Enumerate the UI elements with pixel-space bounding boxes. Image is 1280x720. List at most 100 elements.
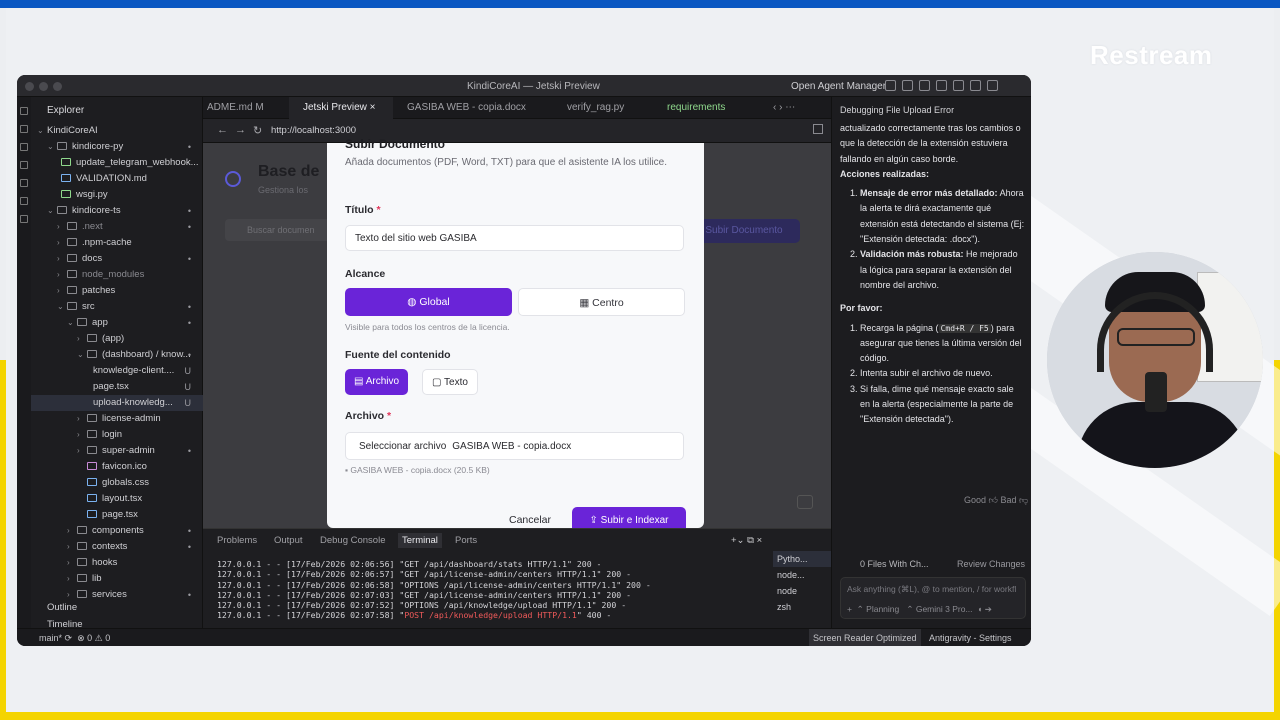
tree-item[interactable]: › hooks bbox=[31, 555, 203, 571]
planning-mode-select[interactable]: Planning bbox=[866, 604, 899, 614]
tab-debug-console[interactable]: Debug Console bbox=[320, 535, 386, 546]
tab-verify-rag[interactable]: verify_rag.py bbox=[553, 97, 639, 119]
tree-item[interactable]: › (app) bbox=[31, 331, 203, 347]
screen-reader-status[interactable]: Screen Reader Optimized bbox=[809, 629, 921, 646]
tab-ports[interactable]: Ports bbox=[455, 535, 477, 546]
title-input[interactable]: Texto del sitio web GASIBA bbox=[345, 225, 684, 251]
tree-item[interactable]: › license-admin bbox=[31, 411, 203, 427]
tree-item[interactable]: ⌄ (dashboard) / know... • bbox=[31, 347, 203, 363]
layout-toggle-icons[interactable] bbox=[885, 80, 1004, 94]
tree-item[interactable]: › services • bbox=[31, 587, 203, 603]
tree-item[interactable]: ⌄ kindicore-py • bbox=[31, 139, 203, 155]
panel-toggle-icon[interactable] bbox=[797, 495, 813, 509]
tree-item[interactable]: page.tsx bbox=[31, 507, 203, 523]
tree-item[interactable]: › lib bbox=[31, 571, 203, 587]
back-icon[interactable]: ← bbox=[217, 124, 228, 136]
tree-item[interactable]: › login bbox=[31, 427, 203, 443]
tree-item[interactable]: globals.css bbox=[31, 475, 203, 491]
reload-icon[interactable]: ↻ bbox=[253, 124, 262, 137]
extensions-icon[interactable] bbox=[20, 179, 28, 187]
open-agent-manager-button[interactable]: Open Agent Manager bbox=[791, 81, 886, 92]
terminal-item[interactable]: Pytho... bbox=[773, 551, 831, 567]
tree-item[interactable]: knowledge-client.... U bbox=[31, 363, 203, 379]
tab-output[interactable]: Output bbox=[274, 535, 303, 546]
tree-item[interactable]: layout.tsx bbox=[31, 491, 203, 507]
source-file-button[interactable]: ▤ Archivo bbox=[345, 369, 409, 395]
please-heading: Por favor: bbox=[840, 303, 883, 314]
settings-status[interactable]: Antigravity - Settings bbox=[929, 633, 1012, 643]
url-field[interactable]: http://localhost:3000 bbox=[271, 125, 356, 136]
tree-item[interactable]: › .npm-cache bbox=[31, 235, 203, 251]
scope-global-button[interactable]: ◍ Global bbox=[345, 288, 512, 316]
chat-input-placeholder: Ask anything (⌘L), @ to mention, / for w… bbox=[847, 584, 1017, 594]
model-select[interactable]: Gemini 3 Pro... bbox=[916, 604, 973, 614]
tree-item[interactable]: › node_modules bbox=[31, 267, 203, 283]
tree-item[interactable]: page.tsx U bbox=[31, 379, 203, 395]
cancel-button[interactable]: Cancelar bbox=[509, 514, 551, 526]
tab-terminal[interactable]: Terminal bbox=[398, 533, 442, 548]
log-line: 127.0.0.1 - - [17/Feb/2026 02:06:58] "OP… bbox=[217, 579, 651, 590]
testing-icon[interactable] bbox=[20, 215, 28, 223]
review-changes-button[interactable]: Review Changes bbox=[957, 559, 1025, 569]
upload-document-button[interactable]: Subir Documento bbox=[688, 219, 800, 243]
panel-tabs: Problems Output Debug Console Terminal P… bbox=[203, 529, 763, 551]
tree-item[interactable]: wsgi.py bbox=[31, 187, 203, 203]
search-icon[interactable] bbox=[20, 125, 28, 133]
tree-item[interactable]: › .next • bbox=[31, 219, 203, 235]
forward-icon[interactable]: → bbox=[235, 124, 246, 136]
remote-icon[interactable] bbox=[20, 197, 28, 205]
log-line: 127.0.0.1 - - [17/Feb/2026 02:07:52] "OP… bbox=[217, 600, 627, 611]
tree-item[interactable]: VALIDATION.md bbox=[31, 171, 203, 187]
tree-item[interactable]: ⌄ KindiCoreAI bbox=[31, 123, 203, 139]
thumbs-down-icon[interactable]: 👎︎ bbox=[1019, 495, 1028, 505]
bad-button[interactable]: Bad bbox=[1000, 495, 1016, 505]
tree-item[interactable]: › docs • bbox=[31, 251, 203, 267]
problems-count[interactable]: ⊗ 0 ⚠ 0 bbox=[77, 633, 110, 643]
window-controls[interactable] bbox=[25, 82, 67, 94]
tree-item[interactable]: ⌄ app • bbox=[31, 315, 203, 331]
chat-input[interactable]: Ask anything (⌘L), @ to mention, / for w… bbox=[840, 577, 1026, 619]
files-changed-label[interactable]: 0 Files With Ch... bbox=[860, 559, 929, 569]
tab-nav-icons[interactable]: ‹ › ⋯ bbox=[769, 97, 831, 119]
files-icon[interactable] bbox=[20, 107, 28, 115]
scope-centro-button[interactable]: ▦ Centro bbox=[518, 288, 685, 316]
tree-item[interactable]: › super-admin • bbox=[31, 443, 203, 459]
tree-item[interactable]: › contexts • bbox=[31, 539, 203, 555]
action-item: Validación más robusta: He mejorado la l… bbox=[860, 247, 1026, 293]
branch-label[interactable]: main* bbox=[39, 633, 62, 643]
thumbs-up-icon[interactable]: 👍︎ bbox=[989, 495, 998, 505]
run-debug-icon[interactable] bbox=[20, 161, 28, 169]
tab-requirements[interactable]: requirements bbox=[639, 97, 749, 119]
log-line: 127.0.0.1 - - [17/Feb/2026 02:06:56] "GE… bbox=[217, 559, 602, 569]
file-input[interactable]: Seleccionar archivo GASIBA WEB - copia.do… bbox=[345, 432, 684, 460]
tab-problems[interactable]: Problems bbox=[217, 535, 257, 546]
terminal-item[interactable]: node bbox=[773, 583, 831, 599]
log-line-error: 127.0.0.1 - - [17/Feb/2026 02:07:58] "PO… bbox=[217, 610, 612, 621]
tab-gasiba-docx[interactable]: GASIBA WEB - copia.docx bbox=[393, 97, 553, 119]
tree-item[interactable]: ⌄ kindicore-ts • bbox=[31, 203, 203, 219]
sync-icon[interactable]: ⟳ bbox=[65, 633, 73, 643]
tree-item[interactable]: favicon.ico bbox=[31, 459, 203, 475]
tree-item[interactable]: › patches bbox=[31, 283, 203, 299]
tab-readme[interactable]: ADME.md M bbox=[203, 97, 289, 119]
building-icon: ▦ bbox=[579, 297, 593, 309]
new-terminal-icon[interactable]: +⌄ ⧉ × bbox=[731, 535, 762, 546]
tree-item[interactable]: update_telegram_webhook... bbox=[31, 155, 203, 171]
good-button[interactable]: Good bbox=[964, 495, 986, 505]
send-icon[interactable]: ➔ bbox=[985, 604, 992, 614]
terminal-item[interactable]: node... bbox=[773, 567, 831, 583]
tree-item[interactable]: › components • bbox=[31, 523, 203, 539]
open-external-icon[interactable] bbox=[813, 124, 823, 134]
source-control-icon[interactable] bbox=[20, 143, 28, 151]
select-file-button[interactable]: Seleccionar archivo bbox=[359, 441, 446, 452]
terminal-item[interactable]: zsh bbox=[773, 599, 831, 615]
outline-section[interactable]: Outline bbox=[47, 602, 77, 613]
source-text-button[interactable]: ▢ Texto bbox=[422, 369, 478, 395]
tree-item[interactable]: ⌄ src • bbox=[31, 299, 203, 315]
feedback-row: Good 👍︎ Bad 👎︎ bbox=[964, 495, 1028, 506]
log-line: 127.0.0.1 - - [17/Feb/2026 02:07:03] "GE… bbox=[217, 589, 632, 600]
status-left[interactable]: main* ⟳ ⊗ 0 ⚠ 0 bbox=[39, 633, 110, 644]
tab-jetski-preview[interactable]: Jetski Preview × bbox=[289, 97, 393, 119]
tree-item-selected[interactable]: upload-knowledg... U bbox=[31, 395, 203, 411]
mic-icon[interactable]: ◖ bbox=[977, 604, 982, 614]
